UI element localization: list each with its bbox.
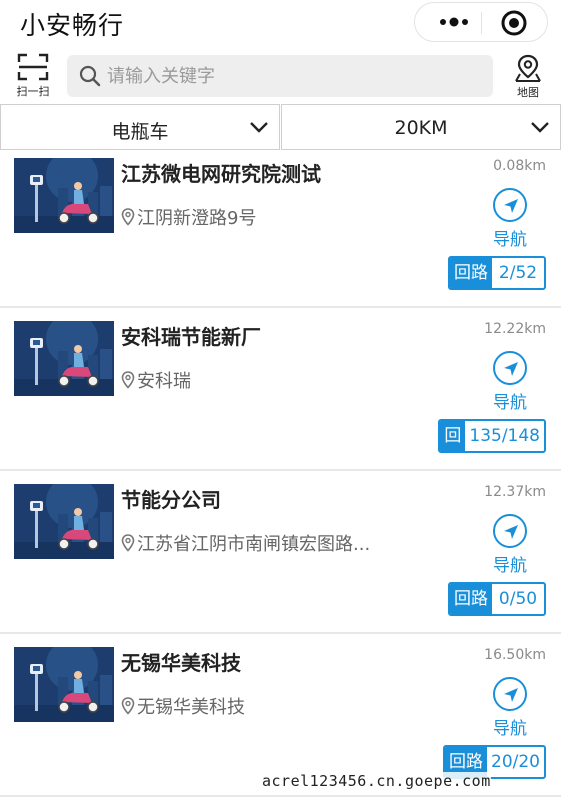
navigate-arrow-icon	[504, 688, 518, 702]
filter-bar: 电瓶车 20KM	[0, 104, 561, 150]
scan-icon	[10, 52, 56, 82]
scooter-illustration	[14, 158, 114, 233]
vehicle-type-value: 电瓶车	[111, 121, 169, 143]
search-input[interactable]	[107, 61, 477, 91]
distance-dropdown[interactable]: 20KM	[281, 104, 561, 150]
station-image	[14, 647, 114, 722]
station-distance: 16.50km	[484, 647, 546, 663]
scan-button[interactable]: 扫一扫	[10, 52, 56, 100]
scooter-illustration	[14, 484, 114, 559]
distance-value: 20KM	[394, 117, 448, 139]
vehicle-type-dropdown[interactable]: 电瓶车	[0, 104, 280, 150]
more-icon[interactable]	[429, 9, 479, 35]
navigate-label: 导航	[493, 556, 527, 576]
capsule-divider	[481, 12, 482, 34]
scan-label: 扫一扫	[16, 85, 50, 98]
station-address-text: 江苏省江阴市南闸镇宏图路...	[137, 534, 371, 555]
station-image	[14, 321, 114, 396]
navigate-arrow-icon	[504, 199, 518, 213]
navigate-label: 导航	[493, 719, 527, 739]
navigate-label: 导航	[493, 230, 527, 250]
circuit-count: 135/148	[469, 426, 540, 446]
station-name: 节能分公司	[121, 488, 221, 512]
circuit-badge: 回路 0/50	[448, 582, 546, 616]
station-image	[14, 484, 114, 559]
circuit-tag: 回路	[450, 258, 492, 288]
circuit-badge: 回路 2/52	[448, 256, 546, 290]
station-name: 江苏微电网研究院测试	[121, 162, 321, 186]
station-address: 江苏省江阴市南闸镇宏图路...	[121, 530, 370, 557]
chevron-down-icon	[530, 119, 550, 138]
station-image	[14, 158, 114, 233]
circuit-count: 2/52	[498, 263, 538, 283]
navigate-button[interactable]: 导航	[490, 514, 530, 576]
title-bar: 小安畅行	[0, 0, 561, 46]
navigate-arrow-icon	[504, 362, 518, 376]
watermark: acrel123456.cn.goepe.com	[262, 772, 491, 790]
station-distance: 12.22km	[484, 321, 546, 337]
circuit-count: 0/50	[498, 589, 538, 609]
station-distance: 12.37km	[484, 484, 546, 500]
station-name: 无锡华美科技	[121, 651, 241, 675]
circuit-count: 20/20	[491, 752, 540, 772]
circuit-tag: 回	[440, 421, 466, 451]
map-label: 地图	[517, 86, 539, 99]
station-distance: 0.08km	[493, 158, 546, 174]
navigate-arrow-icon	[504, 525, 518, 539]
chevron-down-icon	[249, 119, 269, 138]
station-address: 江阴新澄路9号	[121, 204, 256, 231]
station-card[interactable]: 节能分公司 江苏省江阴市南闸镇宏图路... 12.37km 导航 回路 0/50	[0, 476, 561, 634]
search-bar[interactable]	[67, 55, 493, 97]
navigate-button[interactable]: 导航	[490, 351, 530, 413]
map-button[interactable]: 地图	[506, 52, 550, 100]
circuit-tag: 回路	[450, 584, 492, 614]
scooter-illustration	[14, 321, 114, 396]
station-address-text: 无锡华美科技	[137, 697, 245, 718]
station-card[interactable]: 安科瑞节能新厂 安科瑞 12.22km 导航 回 135/148	[0, 313, 561, 471]
app-title: 小安畅行	[20, 11, 125, 40]
station-address: 无锡华美科技	[121, 693, 245, 720]
scooter-illustration	[14, 647, 114, 722]
location-pin-icon	[121, 208, 135, 226]
station-address: 安科瑞	[121, 367, 191, 394]
station-address-text: 江阴新澄路9号	[137, 208, 257, 229]
navigate-label: 导航	[493, 393, 527, 413]
mini-program-capsule	[414, 2, 548, 42]
location-pin-icon	[121, 534, 135, 552]
location-pin-icon	[121, 371, 135, 389]
close-icon[interactable]	[500, 9, 528, 37]
station-name: 安科瑞节能新厂	[121, 325, 261, 349]
circuit-badge: 回 135/148	[438, 419, 546, 453]
navigate-button[interactable]: 导航	[490, 188, 530, 250]
search-icon	[79, 65, 101, 91]
location-pin-icon	[121, 697, 135, 715]
station-address-text: 安科瑞	[137, 371, 191, 392]
station-card[interactable]: 江苏微电网研究院测试 江阴新澄路9号 0.08km 导航 回路 2/52	[0, 150, 561, 308]
navigate-button[interactable]: 导航	[490, 677, 530, 739]
map-pin-icon	[506, 52, 550, 84]
